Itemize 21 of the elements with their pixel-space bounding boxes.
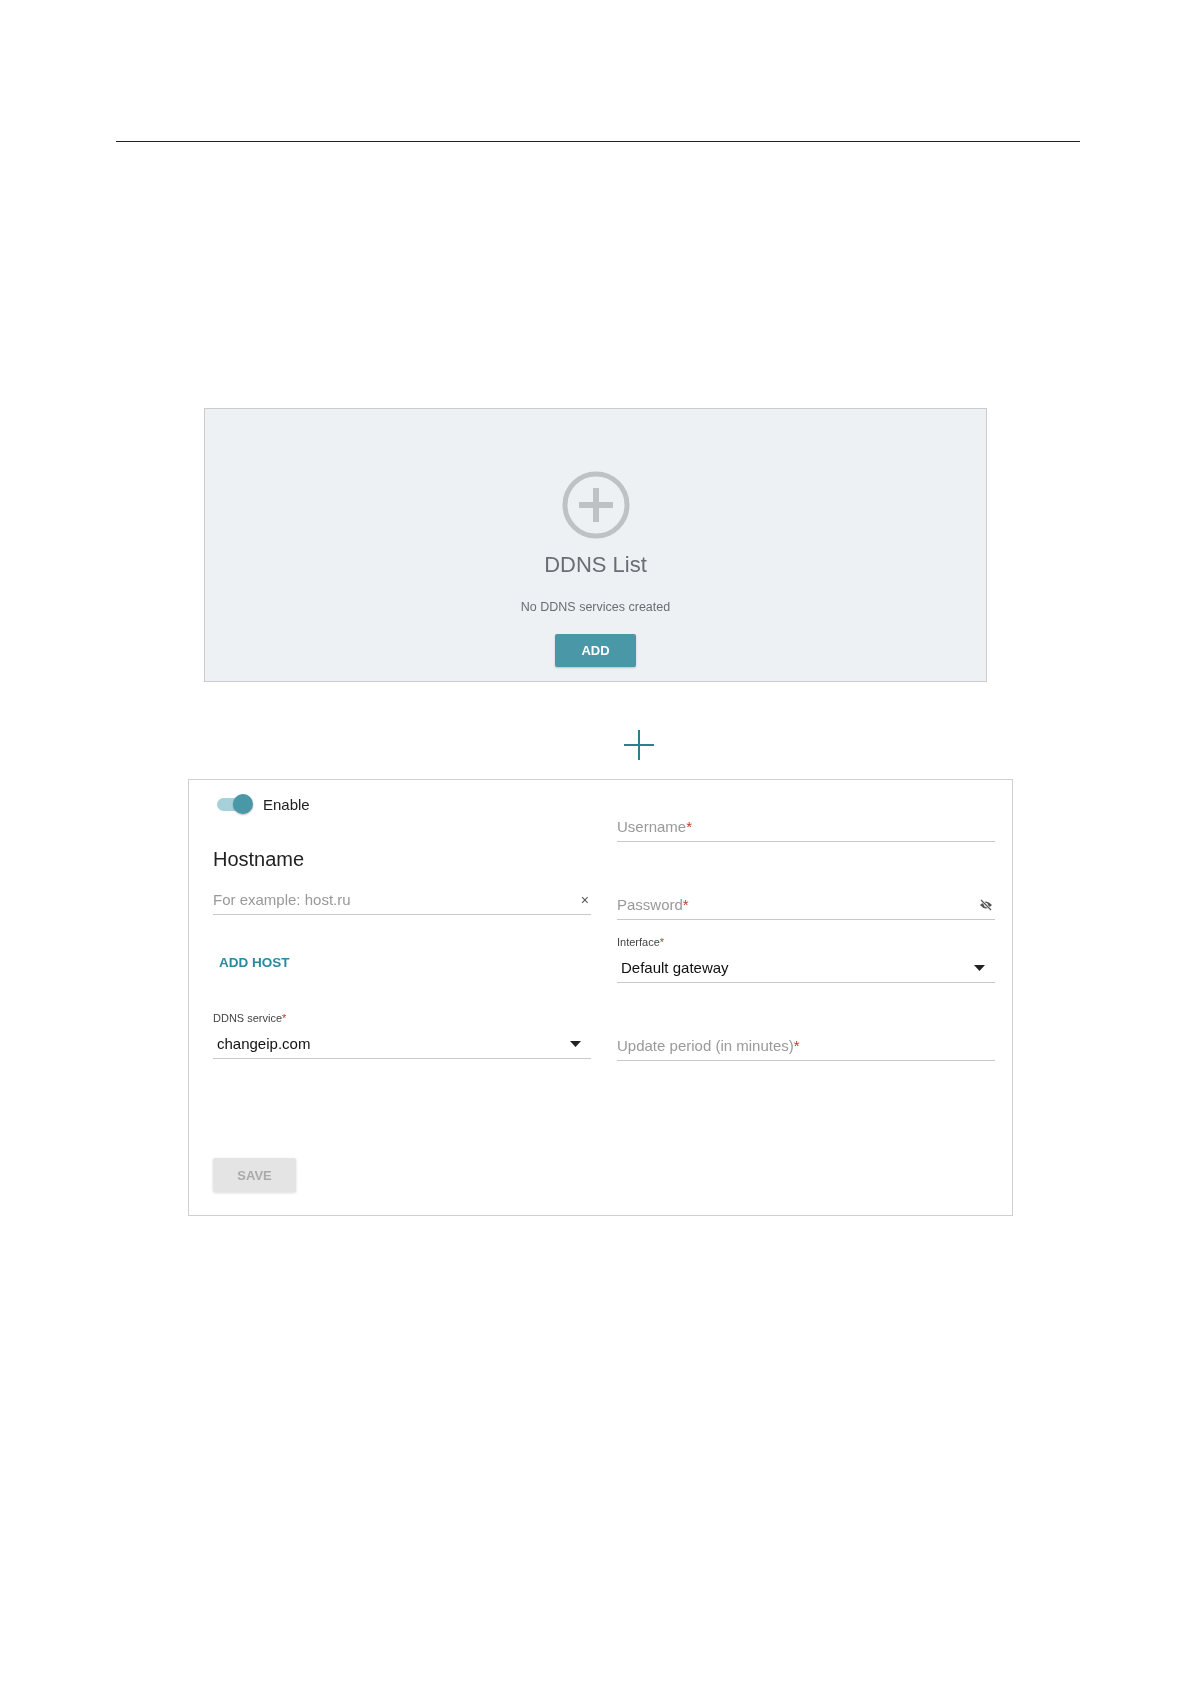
password-field[interactable]: Password*: [617, 882, 995, 920]
field-label: DDNS service*: [213, 1012, 288, 1024]
dropdown[interactable]: changeip.com: [213, 1029, 591, 1059]
clear-icon[interactable]: ×: [580, 891, 589, 908]
add-host-link[interactable]: ADD HOST: [219, 951, 290, 974]
input-field[interactable]: Username*: [617, 804, 995, 842]
toggle-label: Enable: [263, 795, 310, 813]
hostname-field[interactable]: For example: host.ru ×: [213, 877, 591, 915]
section-heading: Hostname: [213, 848, 306, 871]
hidden-eye-icon[interactable]: [979, 898, 993, 911]
list-title: DDNS List: [544, 552, 647, 578]
plus-icon: [622, 729, 655, 761]
dropdown[interactable]: Default gateway: [617, 953, 995, 983]
add-button[interactable]: ADD: [555, 634, 636, 667]
empty-message: No DDNS services created: [520, 600, 671, 614]
input-field[interactable]: Update period (in minutes)*: [617, 1023, 995, 1061]
field-label: Interface*: [617, 936, 666, 948]
caret-icon: [570, 1040, 581, 1047]
enable-toggle[interactable]: [217, 794, 253, 814]
caret-icon: [974, 964, 985, 971]
add-circle-icon: [560, 470, 631, 540]
